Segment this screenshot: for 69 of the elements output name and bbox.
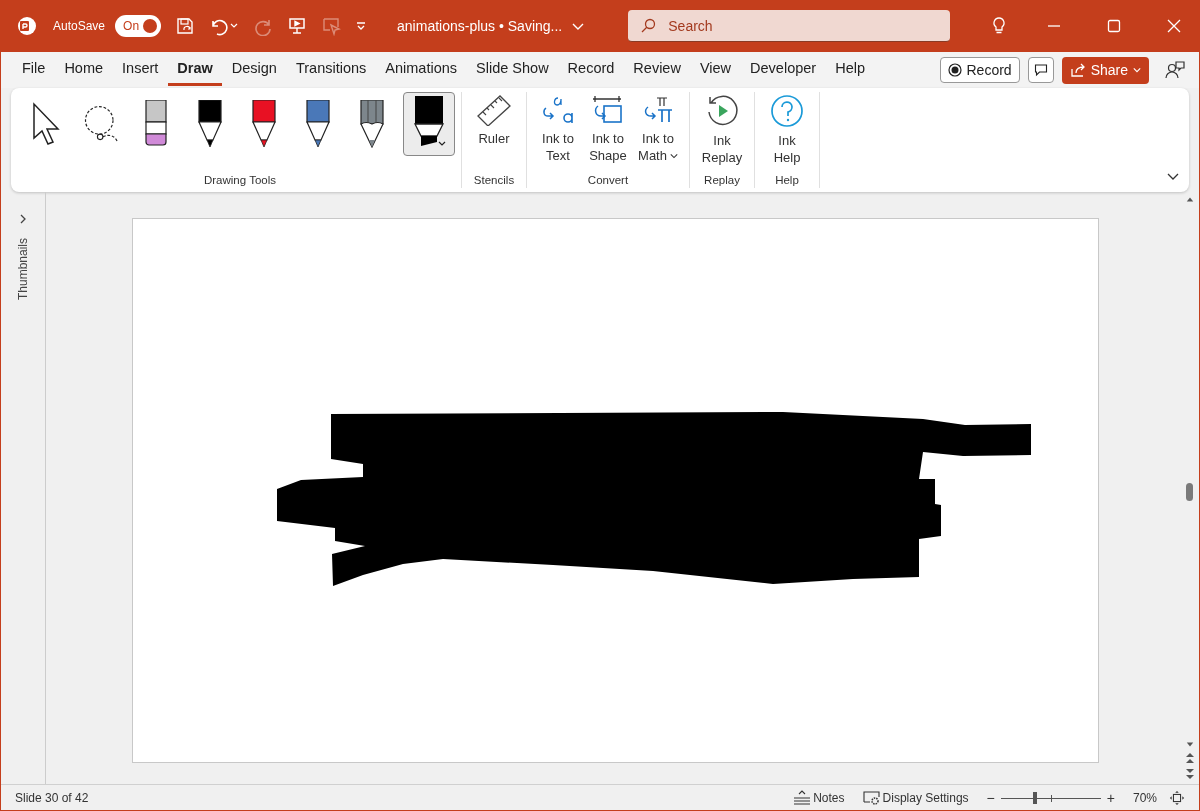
maximize-icon[interactable]: [1107, 19, 1121, 33]
ruler-button[interactable]: Ruler: [468, 92, 520, 174]
ribbon-tab[interactable]: Transitions: [286, 54, 376, 86]
presentation-icon[interactable]: [287, 16, 308, 36]
share-button[interactable]: Share: [1061, 56, 1149, 84]
record-icon: [947, 63, 962, 77]
group-label: Stencils: [473, 174, 515, 188]
caret-icon: [669, 152, 678, 160]
zoom-in-button[interactable]: +: [1106, 789, 1115, 806]
ribbon-tab[interactable]: Insert: [113, 54, 168, 86]
save-icon[interactable]: [175, 16, 196, 36]
search-icon: [640, 17, 657, 34]
ribbon-tab[interactable]: Home: [55, 54, 113, 86]
search-input[interactable]: Search: [666, 16, 931, 35]
ink-to-shape-button[interactable]: Ink to Shape: [583, 92, 633, 174]
lightbulb-icon[interactable]: [991, 17, 1007, 35]
notes-button[interactable]: Notes: [793, 789, 845, 806]
slide-counter: Slide 30 of 42: [15, 790, 89, 805]
ribbon-tab[interactable]: Record: [558, 54, 624, 86]
scroll-thumb[interactable]: [1186, 482, 1193, 501]
group-label: Convert: [587, 174, 629, 188]
highlighter-button[interactable]: [403, 92, 455, 156]
ribbon-tab[interactable]: File: [13, 54, 55, 86]
ribbon-tab[interactable]: Animations: [376, 54, 467, 86]
thumbnails-label[interactable]: Thumbnails: [16, 238, 30, 301]
script-a-to-a-icon: [540, 94, 576, 126]
share-icon: [1069, 62, 1086, 78]
comment-icon: [1033, 63, 1048, 77]
autosave-toggle[interactable]: On: [115, 15, 162, 37]
next-slide-icon[interactable]: [1185, 768, 1195, 780]
previous-slide-icon[interactable]: [1185, 752, 1195, 764]
zoom-out-button[interactable]: −: [986, 789, 995, 806]
ribbon-tab[interactable]: Review: [624, 54, 690, 86]
replay-icon: [705, 94, 739, 128]
eraser-icon: [144, 100, 168, 148]
notes-icon: [793, 789, 812, 806]
ink-to-math-button[interactable]: Ink to Math: [633, 92, 683, 174]
zoom-slider-thumb[interactable]: [1032, 791, 1037, 804]
group-label: Replay: [704, 174, 740, 188]
replay-button[interactable]: Ink Replay: [696, 92, 748, 174]
ribbon-tab[interactable]: Design: [222, 54, 286, 86]
zoom-percentage[interactable]: 70%: [1132, 790, 1157, 805]
app-logo-icon: [17, 16, 37, 36]
help-button[interactable]: Ink Help: [761, 92, 813, 174]
ribbon-tab[interactable]: Developer: [741, 54, 826, 86]
ink-to-text-button[interactable]: Ink to Text: [533, 92, 583, 174]
zoom-slider[interactable]: [1000, 790, 1101, 805]
expand-chevron-icon[interactable]: [18, 214, 28, 224]
ribbon-tab[interactable]: Slide Show: [467, 54, 558, 86]
group-label: Help: [775, 174, 799, 188]
help-icon: [770, 94, 804, 128]
display-settings-button[interactable]: Display Settings: [862, 789, 969, 806]
ribbon-tab[interactable]: Help: [826, 54, 874, 86]
caret-icon: [1133, 66, 1141, 74]
group-label: Drawing Tools: [204, 174, 276, 188]
scroll-up-icon[interactable]: [1186, 196, 1194, 204]
customize-caret-icon[interactable]: [355, 20, 368, 32]
record-button[interactable]: Record: [939, 57, 1020, 83]
close-icon[interactable]: [1167, 19, 1181, 33]
scroll-down-icon[interactable]: [1186, 740, 1194, 748]
search-bar[interactable]: Search: [628, 10, 951, 42]
fit-slide-icon[interactable]: [1169, 789, 1185, 806]
comments-button[interactable]: [1027, 57, 1054, 83]
ribbon-tab[interactable]: View: [690, 54, 741, 86]
document-title[interactable]: animations-plus • Saving...: [397, 18, 563, 34]
person-chat-icon[interactable]: [1165, 60, 1185, 80]
autosave-label: AutoSave: [53, 19, 106, 33]
ruler-icon: [476, 94, 512, 126]
monitor-gear-icon: [862, 789, 881, 806]
